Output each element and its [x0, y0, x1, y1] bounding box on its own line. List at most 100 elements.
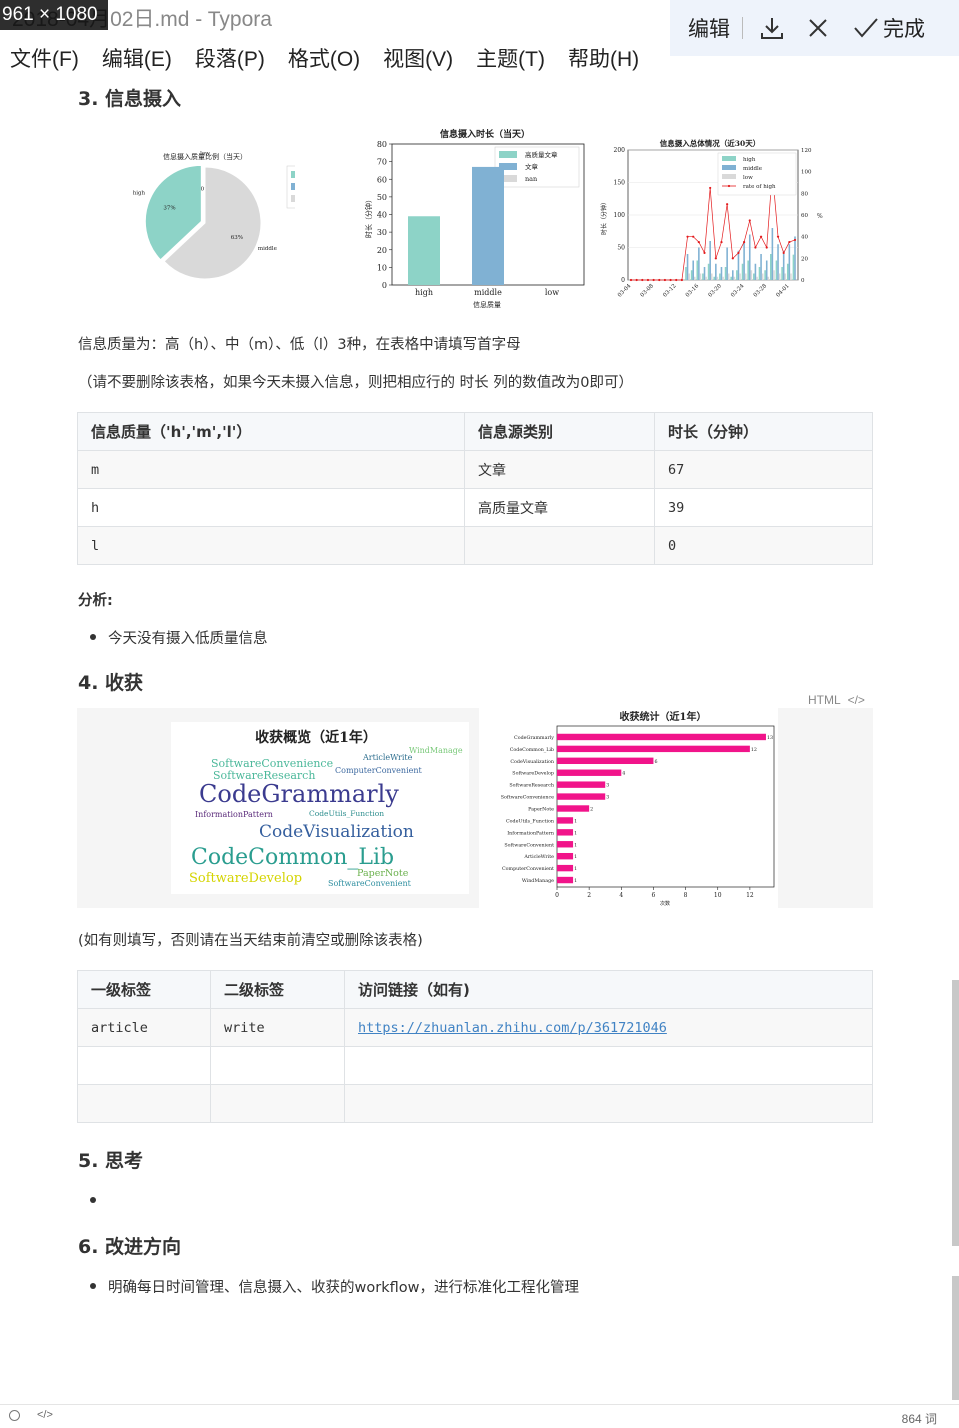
close-icon[interactable]	[801, 11, 835, 45]
col-header-duration[interactable]: 时长（分钟）	[654, 412, 873, 451]
menu-paragraph[interactable]: 段落(P)	[195, 43, 265, 73]
combo-bar-low	[722, 276, 724, 280]
table-cell[interactable]	[344, 1046, 873, 1085]
bar-ytick-label: 60	[377, 175, 387, 184]
wordcloud-word: SoftwareResearch	[213, 769, 315, 782]
col-header-quality[interactable]: 信息质量（'h','m','l'）	[77, 412, 465, 451]
menu-file[interactable]: 文件(F)	[10, 43, 79, 73]
wordcloud-word: ComputerConvenient	[335, 766, 423, 775]
menu-view[interactable]: 视图(V)	[383, 43, 453, 73]
combo-chart-30days: 信息摄入总体情况（近30天） 0 50 100 150 200 0 20 40 60 80 100 1…	[600, 138, 823, 299]
table-cell[interactable]: m	[77, 450, 465, 489]
table-cell-link[interactable]: https://zhuanlan.zhihu.com/p/361721046	[344, 1008, 873, 1047]
combo-rate-point	[686, 235, 689, 238]
menu-edit[interactable]: 编辑(E)	[102, 43, 172, 73]
combo-rate-point	[703, 251, 706, 255]
combo-rate-point	[726, 203, 729, 206]
combo-rate-point	[782, 251, 785, 255]
bar-xlabel: 信息质量	[473, 300, 501, 309]
hbar-bar	[557, 829, 574, 836]
wordcloud-word: CodeCommon_Lib	[191, 845, 394, 870]
table-cell[interactable]	[210, 1046, 345, 1085]
edit-button[interactable]: 编辑	[688, 13, 730, 43]
table-cell[interactable]: 高质量文章	[464, 488, 655, 527]
combo-bar-low	[693, 276, 696, 280]
combo-rate-point	[776, 235, 780, 238]
combo-rate-point	[748, 219, 751, 222]
table-cell[interactable]: 67	[654, 450, 873, 489]
table-cell[interactable]: article	[77, 1008, 211, 1047]
combo-y2tick-label: 120	[801, 148, 812, 154]
section3-heading: 3. 信息摄入	[78, 88, 182, 110]
check-icon[interactable]	[849, 11, 883, 45]
col-header-level2[interactable]: 二级标签	[210, 970, 345, 1009]
toolbar-divider	[742, 17, 743, 39]
html-block-badge[interactable]: HTML </>	[808, 693, 865, 707]
col-header-link[interactable]: 访问链接（如有)	[344, 970, 873, 1009]
hbar-ytick-label: ComputerConvenient	[502, 866, 554, 872]
size-badge: 961 × 1080	[0, 0, 108, 30]
outline-toggle-icon[interactable]	[9, 1410, 20, 1421]
hbar-data-label: 3	[606, 783, 609, 789]
html-badge-label: HTML	[808, 693, 841, 707]
menu-theme[interactable]: 主题(T)	[476, 43, 545, 73]
scrollbar-thumb[interactable]	[952, 980, 959, 1246]
menu-bar: 文件(F) 编辑(E) 段落(P) 格式(O) 视图(V) 主题(T) 帮助(H…	[0, 40, 652, 76]
combo-xtick-label: 03-24	[730, 283, 746, 299]
zhihu-link[interactable]: https://zhuanlan.zhihu.com/p/361721046	[358, 1020, 667, 1036]
combo-bar-high	[792, 254, 795, 280]
table-cell[interactable]: 39	[654, 488, 873, 527]
section4-heading: 4. 收获	[78, 672, 144, 694]
quality-note: 信息质量为：高（h）、中（m）、低（l）3种，在表格中请填写首字母	[78, 337, 521, 353]
combo-bar-low	[767, 276, 770, 280]
table-cell[interactable]: 文章	[464, 450, 655, 489]
combo-bar-low	[699, 273, 702, 280]
col-header-level1[interactable]: 一级标签	[77, 970, 211, 1009]
table-cell[interactable]	[210, 1084, 345, 1123]
table-cell[interactable]: l	[77, 526, 465, 565]
combo-legend-label: low	[743, 175, 753, 181]
download-icon[interactable]	[755, 11, 789, 45]
combo-xtick-label: 03-28	[753, 283, 769, 299]
wordcloud-chart: 收获概览（近1年） CodeGrammarly CodeCommon_Lib Cod…	[171, 722, 469, 894]
wordcloud-word: InformationPattern	[195, 810, 273, 819]
table-cell[interactable]: write	[210, 1008, 345, 1047]
table-cell[interactable]	[77, 1046, 211, 1085]
done-button[interactable]: 完成	[883, 13, 925, 43]
combo-bar-high	[741, 263, 744, 280]
table-cell[interactable]	[77, 1084, 211, 1123]
combo-bar-low	[750, 270, 753, 280]
pie-label-low: low	[200, 151, 210, 157]
source-mode-icon[interactable]: </>	[37, 1409, 53, 1421]
combo-bar-middle	[720, 267, 723, 280]
combo-bar-middle	[754, 263, 757, 280]
combo-bar-high	[781, 267, 783, 280]
list-item[interactable]	[90, 1190, 118, 1210]
combo-bar-middle	[732, 270, 734, 280]
combo-bar-low	[756, 276, 758, 280]
combo-bar-middle	[788, 244, 791, 280]
table-cell[interactable]	[464, 526, 655, 565]
hbar-ytick-label: CodeCommon_Lib	[510, 747, 554, 753]
combo-bar-middle	[686, 254, 689, 280]
scrollbar-thumb-lower[interactable]	[952, 1276, 959, 1400]
col-header-source[interactable]: 信息源类别	[464, 412, 655, 451]
section6-heading: 6. 改进方向	[78, 1236, 182, 1258]
combo-y2label: %	[817, 213, 823, 220]
combo-bar-low	[733, 276, 736, 280]
wordcloud-word: CodeUtils_Function	[309, 809, 384, 818]
table-cell[interactable]: 0	[654, 526, 873, 565]
combo-bar-middle	[709, 241, 711, 280]
word-count[interactable]: 864 词	[902, 1410, 937, 1427]
combo-bar-middle	[760, 254, 762, 280]
hbar-bar	[557, 793, 606, 800]
menu-format[interactable]: 格式(O)	[288, 43, 360, 73]
pie-pct-high: 37%	[163, 206, 175, 212]
pie-label-middle: middle	[258, 246, 277, 252]
menu-help[interactable]: 帮助(H)	[568, 43, 639, 73]
combo-bar-high	[770, 254, 772, 280]
hbar-bar	[557, 733, 766, 741]
bar-ytick-label: 70	[377, 158, 387, 167]
table-cell[interactable]: h	[77, 488, 465, 527]
table-cell[interactable]	[344, 1084, 873, 1123]
